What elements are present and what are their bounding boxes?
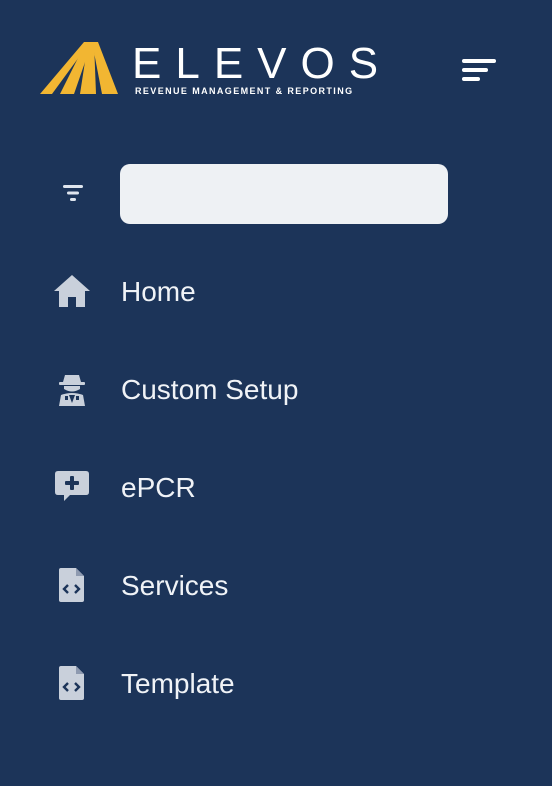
nav-item-home[interactable]: Home bbox=[0, 243, 552, 341]
nav-menu: Home Custom Setup ePCR Services Template bbox=[0, 243, 552, 733]
brand-logo[interactable]: ELEVOS REVENUE MANAGEMENT & REPORTING bbox=[40, 40, 378, 100]
filter-icon[interactable] bbox=[60, 182, 86, 204]
comment-medical-icon bbox=[55, 471, 89, 501]
nav-item-label: Services bbox=[121, 570, 229, 601]
brand-name: ELEVOS bbox=[132, 39, 393, 88]
sidebar: ELEVOS REVENUE MANAGEMENT & REPORTING Ho… bbox=[0, 0, 552, 786]
nav-item-epcr[interactable]: ePCR bbox=[0, 439, 552, 537]
file-code-icon bbox=[59, 568, 84, 602]
nav-item-label: ePCR bbox=[121, 472, 196, 503]
brand-tagline: REVENUE MANAGEMENT & REPORTING bbox=[135, 86, 354, 96]
nav-item-label: Template bbox=[121, 668, 235, 699]
home-icon bbox=[54, 275, 90, 307]
nav-item-label: Custom Setup bbox=[121, 374, 299, 405]
logo-mark-icon bbox=[40, 42, 118, 94]
menu-toggle-icon[interactable] bbox=[460, 56, 500, 84]
file-code-icon bbox=[59, 666, 84, 700]
search-input[interactable] bbox=[120, 164, 448, 224]
nav-item-custom-setup[interactable]: Custom Setup bbox=[0, 341, 552, 439]
nav-item-template[interactable]: Template bbox=[0, 635, 552, 733]
nav-item-label: Home bbox=[121, 276, 196, 307]
user-secret-icon bbox=[59, 375, 85, 406]
nav-item-services[interactable]: Services bbox=[0, 537, 552, 635]
